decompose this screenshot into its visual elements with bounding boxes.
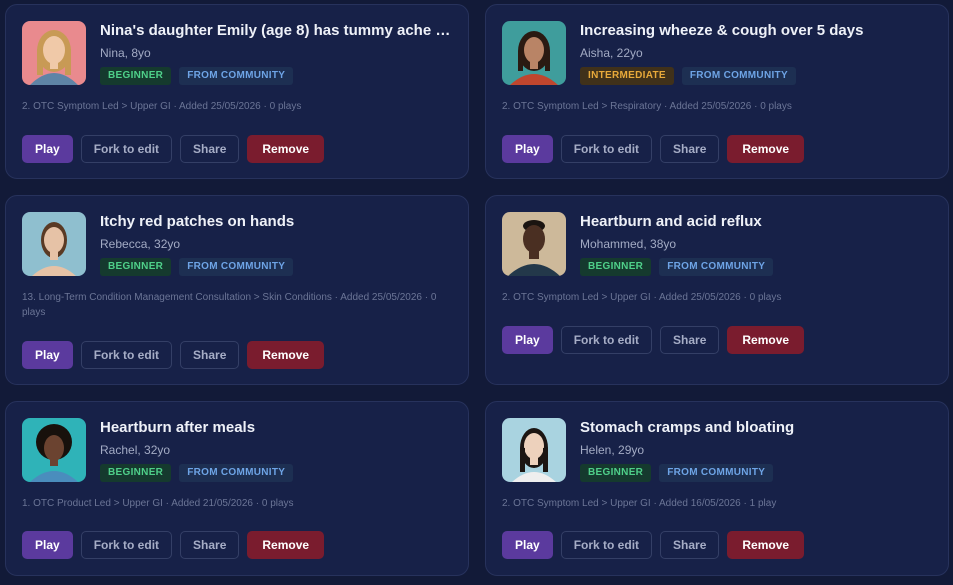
avatar — [22, 418, 86, 482]
scenario-card: Nina's daughter Emily (age 8) has tummy … — [5, 4, 469, 179]
share-button[interactable]: Share — [180, 135, 240, 163]
source-badge: FROM COMMUNITY — [659, 258, 774, 276]
difficulty-badge: BEGINNER — [100, 258, 172, 276]
source-badge: FROM COMMUNITY — [681, 67, 796, 85]
difficulty-badge: BEGINNER — [100, 67, 172, 85]
scenario-title: Nina's daughter Emily (age 8) has tummy … — [100, 22, 452, 39]
patient-name-age: Rachel, 32yo — [100, 443, 171, 457]
play-button[interactable]: Play — [502, 326, 553, 354]
scenario-card: Increasing wheeze & cough over 5 days Ai… — [485, 4, 949, 179]
scenario-card: Heartburn after meals Rachel, 32yo BEGIN… — [5, 401, 469, 576]
man-portrait-icon — [502, 212, 566, 276]
source-badge: FROM COMMUNITY — [179, 258, 294, 276]
action-bar: Play Fork to edit Share Remove — [502, 326, 805, 354]
badge-row: BEGINNER FROM COMMUNITY — [100, 464, 294, 482]
woman-brown-hair-portrait-icon — [22, 212, 86, 276]
avatar — [22, 21, 86, 85]
badge-row: INTERMEDIATE FROM COMMUNITY — [580, 67, 796, 85]
share-button[interactable]: Share — [660, 326, 720, 354]
scenario-meta: 13. Long-Term Condition Management Consu… — [22, 292, 437, 318]
difficulty-badge: BEGINNER — [100, 464, 172, 482]
action-bar: Play Fork to edit Share Remove — [502, 531, 805, 559]
woman-curly-hair-portrait-icon — [22, 418, 86, 482]
patient-name-age: Mohammed, 38yo — [580, 237, 677, 251]
play-button[interactable]: Play — [22, 531, 73, 559]
avatar — [502, 418, 566, 482]
remove-button[interactable]: Remove — [247, 135, 325, 163]
share-button[interactable]: Share — [180, 531, 240, 559]
avatar — [22, 212, 86, 276]
action-bar: Play Fork to edit Share Remove — [22, 135, 325, 163]
share-button[interactable]: Share — [660, 531, 720, 559]
fork-to-edit-button[interactable]: Fork to edit — [560, 531, 653, 559]
woman-long-dark-hair-portrait-icon — [502, 418, 566, 482]
scenario-meta: 2. OTC Symptom Led > Upper GI · Added 16… — [502, 498, 777, 509]
share-button[interactable]: Share — [660, 135, 720, 163]
scenario-meta: 2. OTC Symptom Led > Upper GI · Added 25… — [502, 292, 782, 303]
patient-name-age: Helen, 29yo — [580, 443, 645, 457]
remove-button[interactable]: Remove — [727, 135, 805, 163]
remove-button[interactable]: Remove — [247, 531, 325, 559]
play-button[interactable]: Play — [502, 135, 553, 163]
badge-row: BEGINNER FROM COMMUNITY — [580, 464, 774, 482]
fork-to-edit-button[interactable]: Fork to edit — [80, 341, 173, 369]
scenario-title: Stomach cramps and bloating — [580, 419, 795, 436]
action-bar: Play Fork to edit Share Remove — [22, 341, 325, 369]
fork-to-edit-button[interactable]: Fork to edit — [80, 531, 173, 559]
source-badge: FROM COMMUNITY — [659, 464, 774, 482]
fork-to-edit-button[interactable]: Fork to edit — [80, 135, 173, 163]
play-button[interactable]: Play — [22, 341, 73, 369]
scenario-meta: 2. OTC Symptom Led > Upper GI · Added 25… — [22, 101, 302, 112]
fork-to-edit-button[interactable]: Fork to edit — [560, 326, 653, 354]
badge-row: BEGINNER FROM COMMUNITY — [100, 258, 294, 276]
difficulty-badge: BEGINNER — [580, 464, 652, 482]
action-bar: Play Fork to edit Share Remove — [22, 531, 325, 559]
remove-button[interactable]: Remove — [727, 326, 805, 354]
source-badge: FROM COMMUNITY — [179, 464, 294, 482]
patient-name-age: Aisha, 22yo — [580, 46, 643, 60]
patient-name-age: Rebecca, 32yo — [100, 237, 181, 251]
woman-dark-hair-portrait-icon — [502, 21, 566, 85]
fork-to-edit-button[interactable]: Fork to edit — [560, 135, 653, 163]
patient-name-age: Nina, 8yo — [100, 46, 151, 60]
avatar — [502, 21, 566, 85]
difficulty-badge: INTERMEDIATE — [580, 67, 674, 85]
scenario-card: Itchy red patches on hands Rebecca, 32yo… — [5, 195, 469, 385]
badge-row: BEGINNER FROM COMMUNITY — [580, 258, 774, 276]
scenario-title: Itchy red patches on hands — [100, 213, 295, 230]
scenario-meta: 1. OTC Product Led > Upper GI · Added 21… — [22, 498, 294, 509]
scenario-meta: 2. OTC Symptom Led > Respiratory · Added… — [502, 101, 792, 112]
badge-row: BEGINNER FROM COMMUNITY — [100, 67, 294, 85]
play-button[interactable]: Play — [22, 135, 73, 163]
remove-button[interactable]: Remove — [247, 341, 325, 369]
play-button[interactable]: Play — [502, 531, 553, 559]
scenario-title: Increasing wheeze & cough over 5 days — [580, 22, 864, 39]
share-button[interactable]: Share — [180, 341, 240, 369]
source-badge: FROM COMMUNITY — [179, 67, 294, 85]
scenario-card: Stomach cramps and bloating Helen, 29yo … — [485, 401, 949, 576]
scenario-grid: Nina's daughter Emily (age 8) has tummy … — [0, 0, 953, 585]
scenario-title: Heartburn and acid reflux — [580, 213, 762, 230]
scenario-title: Heartburn after meals — [100, 419, 256, 436]
remove-button[interactable]: Remove — [727, 531, 805, 559]
avatar — [502, 212, 566, 276]
scenario-card: Heartburn and acid reflux Mohammed, 38yo… — [485, 195, 949, 385]
action-bar: Play Fork to edit Share Remove — [502, 135, 805, 163]
woman-blonde-portrait-icon — [22, 21, 86, 85]
difficulty-badge: BEGINNER — [580, 258, 652, 276]
